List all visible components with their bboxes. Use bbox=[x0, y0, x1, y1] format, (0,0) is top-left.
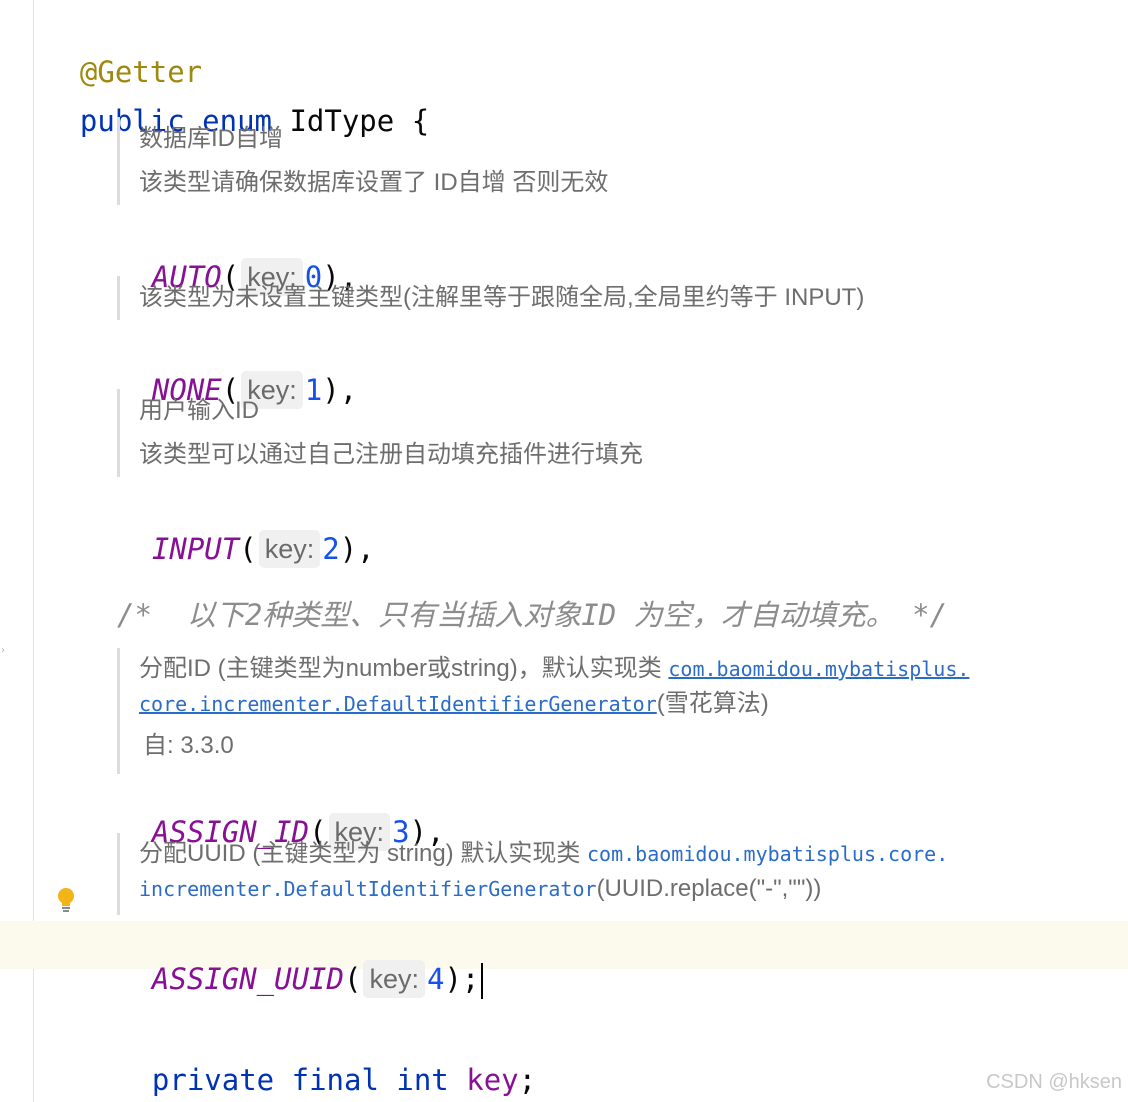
doc-line: 数据库ID自增 bbox=[139, 125, 283, 152]
enum-constant-input[interactable]: INPUT(key: 2), bbox=[117, 498, 375, 570]
terminator: ); bbox=[444, 962, 480, 996]
parameter-hint: key: bbox=[258, 530, 321, 568]
doc-comment-input: 用户输入ID 该类型可以通过自己注册自动填充插件进行填充 bbox=[117, 389, 643, 477]
doc-line: 该类型可以通过自己注册自动填充插件进行填充 bbox=[139, 441, 643, 468]
doc-comment-assign-uuid: 分配UUID (主键类型为 string) 默认实现类 com.baomidou… bbox=[117, 833, 948, 915]
doc-text: 分配ID (主键类型为number或string)，默认实现类 bbox=[139, 655, 669, 682]
doc-line: 分配ID (主键类型为number或string)，默认实现类 com.baom… bbox=[139, 648, 969, 690]
enum-constant-assign-uuid[interactable]: ASSIGN_UUID(key: 4); bbox=[117, 928, 484, 1000]
int-keyword: int bbox=[396, 1063, 449, 1097]
doc-link-package[interactable]: com.baomidou.mybatisplus. bbox=[668, 657, 969, 681]
doc-comment-assign-id: 分配ID (主键类型为number或string)，默认实现类 com.baom… bbox=[117, 648, 969, 774]
semicolon: ; bbox=[518, 1063, 537, 1097]
doc-line: 分配UUID (主键类型为 string) 默认实现类 com.baomidou… bbox=[139, 833, 948, 875]
doc-code-class: incrementer.DefaultIdentifierGenerator bbox=[139, 877, 597, 901]
watermark: CSDN @hksen bbox=[986, 1071, 1122, 1093]
constant-value: 2 bbox=[322, 532, 340, 566]
doc-comment-none: 该类型为未设置主键类型(注解里等于跟随全局,全局里约等于 INPUT) bbox=[117, 276, 864, 320]
doc-text: (UUID.replace("-","")) bbox=[596, 875, 822, 902]
final-keyword: final bbox=[291, 1063, 379, 1097]
constant-name: INPUT bbox=[151, 532, 240, 566]
text-cursor bbox=[481, 963, 484, 999]
doc-code-package: com.baomidou.mybatisplus.core. bbox=[587, 842, 949, 866]
private-keyword: private bbox=[151, 1063, 275, 1097]
field-name: key bbox=[466, 1063, 519, 1097]
constant-value: 4 bbox=[426, 962, 445, 996]
parameter-hint: key: bbox=[363, 960, 425, 998]
constant-name: ASSIGN_UUID bbox=[151, 962, 344, 996]
doc-line: 该类型为未设置主键类型(注解里等于跟随全局,全局里约等于 INPUT) bbox=[139, 284, 865, 311]
lightbulb-icon[interactable] bbox=[56, 886, 76, 914]
doc-line: incrementer.DefaultIdentifierGenerator(U… bbox=[139, 875, 948, 915]
doc-text: (雪花算法) bbox=[656, 690, 769, 717]
doc-comment-auto: 数据库ID自增 该类型请确保数据库设置了 ID自增 否则无效 bbox=[117, 117, 608, 205]
field-declaration-line[interactable]: private final int key; bbox=[117, 1029, 536, 1097]
doc-since: 自: 3.3.0 bbox=[143, 732, 234, 759]
doc-text: 分配UUID (主键类型为 string) 默认实现类 bbox=[139, 840, 588, 867]
fold-marker-icon[interactable]: › bbox=[0, 645, 6, 657]
terminator: ), bbox=[339, 532, 375, 566]
doc-line: core.incrementer.DefaultIdentifierGenera… bbox=[139, 690, 969, 718]
doc-line: 该类型请确保数据库设置了 ID自增 否则无效 bbox=[139, 169, 609, 196]
block-comment[interactable]: /* 以下2种类型、只有当插入对象ID 为空，才自动填充。 */ bbox=[117, 598, 947, 632]
doc-line: 用户输入ID bbox=[139, 397, 259, 424]
doc-link-class[interactable]: core.incrementer.DefaultIdentifierGenera… bbox=[139, 692, 657, 716]
